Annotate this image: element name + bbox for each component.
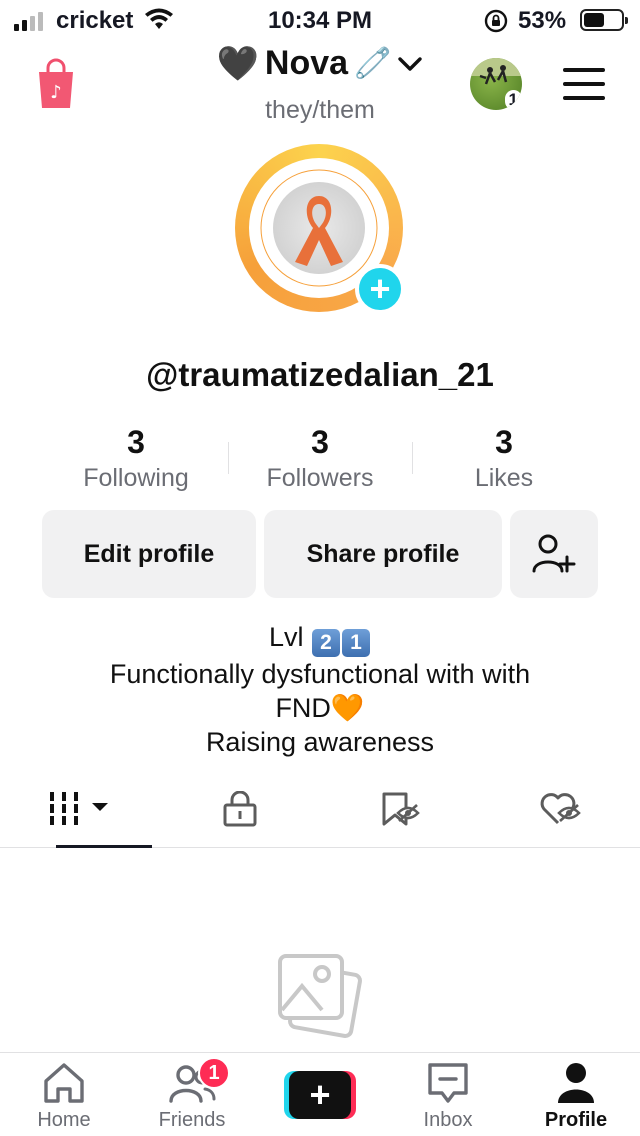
nav-friends[interactable]: 1 Friends	[128, 1053, 256, 1136]
friends-notification-badge: 1	[198, 1057, 230, 1089]
account-avatar[interactable]: 1	[470, 58, 522, 110]
menu-button[interactable]	[563, 68, 605, 100]
bio-level-prefix: Lvl	[268, 622, 304, 652]
followers-count: 3	[311, 424, 329, 460]
nav-home[interactable]: Home	[0, 1053, 128, 1136]
profile-tabs	[0, 770, 640, 848]
tab-liked[interactable]	[480, 770, 640, 847]
black-heart-emoji: 🖤	[216, 44, 259, 83]
nav-profile-label: Profile	[544, 1109, 608, 1131]
safety-pin-emoji: 🧷	[354, 47, 392, 80]
nav-create[interactable]: +	[256, 1053, 384, 1136]
lock-icon	[223, 790, 257, 826]
add-person-icon	[532, 534, 576, 573]
awareness-ribbon-image	[273, 182, 365, 274]
bio-level-line: Lvl 21	[0, 620, 640, 657]
share-profile-button[interactable]: Share profile	[264, 510, 502, 598]
bio-line: FND🧡	[275, 693, 365, 723]
pronouns: they/them	[265, 96, 375, 124]
tab-videos[interactable]	[0, 770, 160, 848]
profile-bio: Lvl 21 Functionally dysfunctional with w…	[0, 620, 640, 759]
keycap-digit-2: 2	[312, 629, 341, 657]
inbox-icon	[428, 1063, 468, 1103]
likes-stat[interactable]: 3 Likes	[412, 422, 596, 502]
status-bar: cricket 10:34 PM 53%	[0, 0, 640, 44]
add-story-plus-icon[interactable]: +	[355, 264, 405, 314]
nav-profile[interactable]: Profile	[512, 1053, 640, 1136]
tab-reposts[interactable]	[320, 770, 480, 847]
following-stat[interactable]: 3 Following	[44, 422, 228, 502]
following-label: Following	[83, 464, 189, 492]
bio-line: Raising awareness	[205, 727, 435, 757]
edit-profile-button[interactable]: Edit profile	[42, 510, 256, 598]
empty-photos-icon	[278, 954, 362, 1038]
followers-stat[interactable]: 3 Followers	[228, 422, 412, 502]
battery-percent: 53%	[518, 7, 567, 34]
nav-inbox-label: Inbox	[423, 1109, 473, 1131]
chevron-down-icon	[398, 56, 423, 71]
video-grid-icon	[50, 791, 108, 825]
profile-display-name: Nova	[264, 44, 349, 82]
keycap-digit-1: 1	[342, 629, 371, 657]
rotation-lock-icon	[484, 9, 508, 33]
nav-inbox[interactable]: Inbox	[384, 1053, 512, 1136]
account-badge-count: 1	[504, 90, 522, 110]
likes-count: 3	[495, 424, 513, 460]
followers-label: Followers	[266, 464, 374, 492]
battery-icon	[580, 9, 628, 31]
plus-icon: +	[289, 1071, 351, 1119]
hidden-heart-icon	[540, 792, 581, 824]
home-icon	[44, 1063, 84, 1103]
bottom-nav: Home 1 Friends + Inbox Profile	[0, 1052, 640, 1136]
create-video-button[interactable]: +	[284, 1071, 356, 1119]
username: @traumatizedalian_21	[146, 356, 494, 393]
likes-label: Likes	[474, 464, 534, 492]
nav-friends-label: Friends	[158, 1109, 226, 1131]
add-friend-button[interactable]	[510, 510, 598, 598]
profile-icon	[558, 1063, 594, 1103]
account-switcher[interactable]: 🖤 Nova 🧷	[0, 44, 640, 83]
bio-line: Functionally dysfunctional with with	[109, 659, 531, 689]
tab-private[interactable]	[160, 770, 320, 847]
nav-home-label: Home	[37, 1109, 91, 1131]
profile-stats: 3 Following 3 Followers 3 Likes	[44, 422, 596, 502]
following-count: 3	[127, 424, 145, 460]
hidden-bookmark-icon	[382, 792, 420, 825]
